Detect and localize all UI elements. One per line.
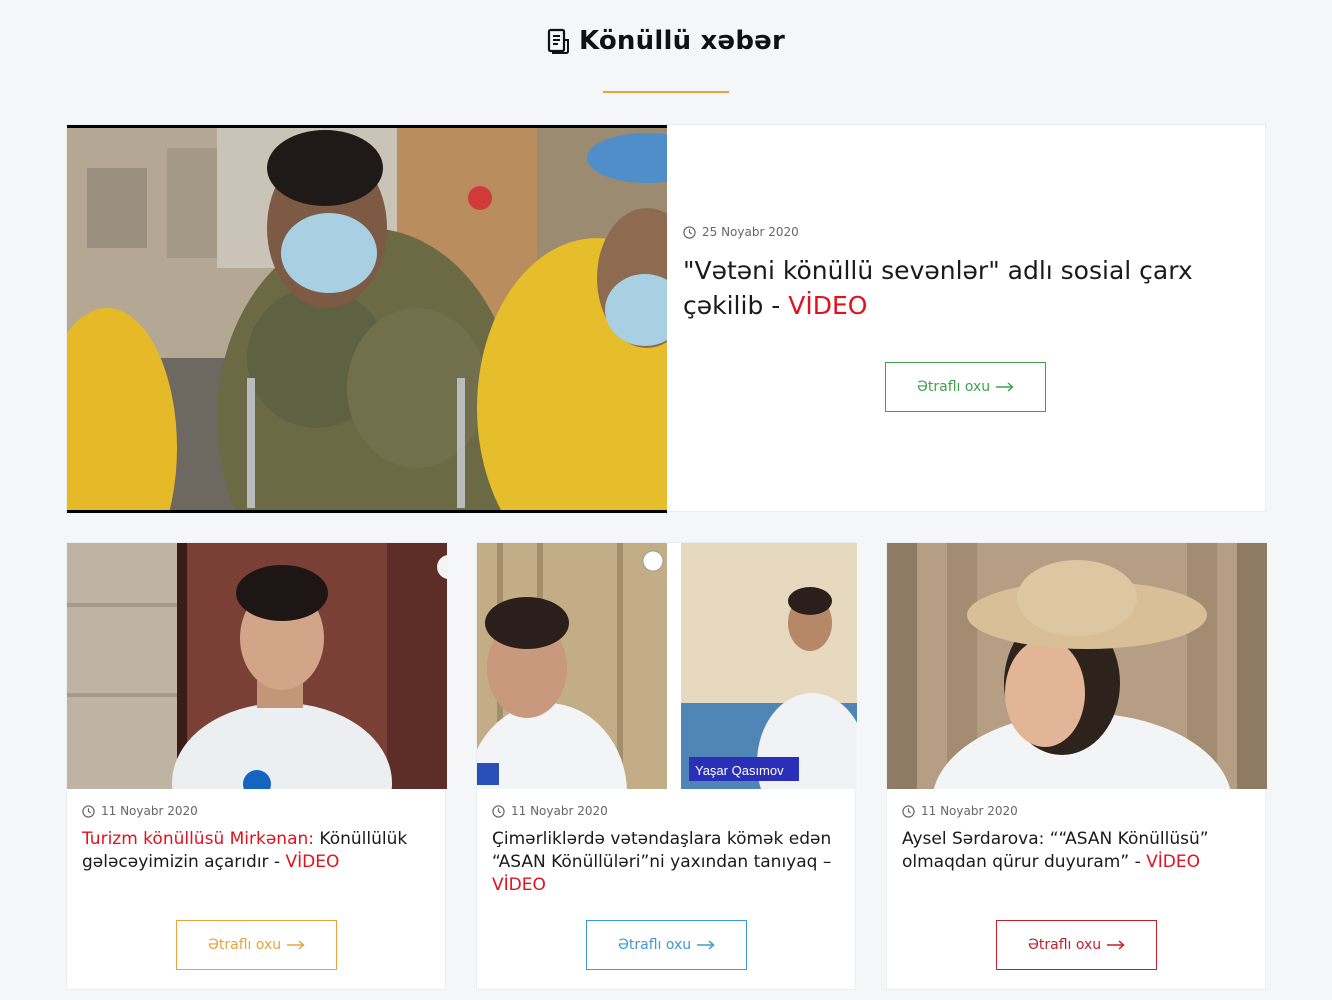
featured-article: 25 Noyabr 2020 "Vətəni könüllü sevənlər"…	[66, 124, 1266, 513]
image-caption: Yaşar Qasımov	[695, 763, 784, 778]
section-title: Könüllü xəbər	[578, 26, 786, 56]
date-text: 11 Noyabr 2020	[101, 804, 198, 818]
card-title-text[interactable]: Çimərliklərdə vətəndaşlara kömək edən “A…	[492, 829, 831, 872]
read-more-button[interactable]: Ətraflı oxu	[586, 920, 747, 970]
news-card: 11 Noyabr 2020 Turizm könüllüsü Mirkənan…	[66, 542, 447, 990]
title-underline	[603, 91, 729, 93]
title-highlight[interactable]: Turizm könüllüsü Mirkənan:	[82, 829, 314, 849]
video-tag[interactable]: VİDEO	[1146, 852, 1200, 872]
document-icon	[547, 28, 569, 54]
card-image[interactable]: Yaşar Qasımov	[477, 543, 857, 789]
clock-icon	[492, 804, 505, 818]
read-more-label: Ətraflı oxu	[617, 937, 692, 953]
video-tag[interactable]: VİDEO	[285, 852, 339, 872]
read-more-label: Ətraflı oxu	[916, 379, 991, 395]
featured-title[interactable]: "Vətəni könüllü sevənlər" adlı sosial ça…	[683, 253, 1249, 323]
clock-icon	[683, 225, 696, 239]
card-title[interactable]: Aysel Sərdarova: ““ASAN Könüllüsü” olmaq…	[902, 828, 1250, 874]
date-text: 11 Noyabr 2020	[921, 804, 1018, 818]
read-more-button[interactable]: Ətraflı oxu	[885, 362, 1046, 412]
card-body: 11 Noyabr 2020 Turizm könüllüsü Mirkənan…	[67, 789, 445, 874]
video-tag[interactable]: VİDEO	[492, 875, 546, 895]
card-body: 11 Noyabr 2020 Aysel Sərdarova: ““ASAN K…	[887, 789, 1265, 874]
card-image[interactable]	[67, 543, 447, 789]
section-header: Könüllü xəbər	[0, 26, 1332, 56]
featured-body: 25 Noyabr 2020 "Vətəni könüllü sevənlər"…	[667, 125, 1265, 511]
arrow-right-icon	[996, 382, 1014, 392]
news-cards: 11 Noyabr 2020 Turizm könüllüsü Mirkənan…	[66, 542, 1267, 990]
card-date: 11 Noyabr 2020	[82, 804, 430, 818]
date-text: 11 Noyabr 2020	[511, 804, 608, 818]
read-more-label: Ətraflı oxu	[207, 937, 282, 953]
card-body: 11 Noyabr 2020 Çimərliklərdə vətəndaşlar…	[477, 789, 855, 897]
read-more-button[interactable]: Ətraflı oxu	[996, 920, 1157, 970]
featured-image[interactable]	[67, 125, 667, 513]
read-more-button[interactable]: Ətraflı oxu	[176, 920, 337, 970]
card-date: 11 Noyabr 2020	[902, 804, 1250, 818]
arrow-right-icon	[1107, 940, 1125, 950]
news-card: Yaşar Qasımov 11 Noyabr 2020 Çimərliklər…	[476, 542, 857, 990]
featured-title-text[interactable]: "Vətəni könüllü sevənlər" adlı sosial ça…	[683, 256, 1193, 320]
card-date: 11 Noyabr 2020	[492, 804, 840, 818]
news-card: 11 Noyabr 2020 Aysel Sərdarova: ““ASAN K…	[886, 542, 1267, 990]
card-title[interactable]: Çimərliklərdə vətəndaşlara kömək edən “A…	[492, 828, 840, 897]
featured-date: 25 Noyabr 2020	[683, 225, 1249, 239]
arrow-right-icon	[697, 940, 715, 950]
read-more-label: Ətraflı oxu	[1027, 937, 1102, 953]
video-tag[interactable]: VİDEO	[788, 291, 867, 320]
card-title[interactable]: Turizm könüllüsü Mirkənan: Könüllülük gə…	[82, 828, 430, 874]
arrow-right-icon	[287, 940, 305, 950]
clock-icon	[82, 804, 95, 818]
card-image[interactable]	[887, 543, 1267, 789]
clock-icon	[902, 804, 915, 818]
date-text: 25 Noyabr 2020	[702, 225, 799, 239]
